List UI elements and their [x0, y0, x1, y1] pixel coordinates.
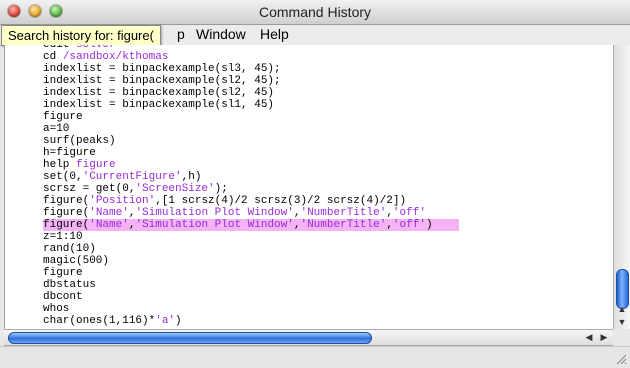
history-token: ,h) [181, 171, 202, 183]
history-token-highlighted: 'a' [155, 315, 176, 327]
history-token-highlighted: 'NumberTitle' [300, 219, 387, 231]
history-entry[interactable]: figure('Position',[1 scrsz(4)/2 scrsz(3)… [43, 195, 614, 207]
history-token: surf(peaks) [43, 135, 116, 147]
history-list[interactable]: edit solver cd /sandbox/kthomas indexlist … [4, 45, 615, 329]
scrollbar-corner [613, 329, 629, 346]
history-entry[interactable]: figure [43, 267, 614, 279]
history-token: figure( [43, 195, 90, 207]
history-entry[interactable]: indexlist = binpackexample(sl3, 45); [43, 63, 614, 75]
window-title: Command History [258, 4, 372, 20]
history-entry[interactable]: char(ones(1,116)*'a') [43, 315, 614, 327]
history-token-highlighted: 'Name' [89, 219, 129, 231]
history-token: rand(10) [43, 243, 96, 255]
horizontal-scroll-thumb[interactable] [8, 332, 372, 344]
search-tooltip: Search history for: figure( [1, 25, 161, 46]
history-token: set(0, [43, 171, 83, 183]
scroll-right-icon[interactable]: ▶ [597, 330, 611, 345]
history-token-highlighted: 'Simulation Plot Window' [135, 219, 294, 231]
history-token: ) [425, 219, 433, 231]
history-token: indexlist = binpackexample(sl1, 45) [43, 99, 275, 111]
history-entry[interactable]: indexlist = binpackexample(sl1, 45) [43, 99, 614, 111]
history-token-highlighted: /sandbox/kthomas [62, 51, 169, 63]
history-entry[interactable]: help figure [43, 159, 614, 171]
history-entry[interactable]: figure('Name','Simulation Plot Window','… [43, 207, 614, 219]
history-token: , [386, 219, 393, 231]
history-lines: edit solver cd /sandbox/kthomas indexlist … [43, 45, 614, 327]
vertical-scrollbar[interactable]: ▲ ▼ [613, 45, 630, 329]
history-entry[interactable]: whos [43, 303, 614, 315]
history-entry[interactable]: magic(500) [43, 255, 614, 267]
title-bar: Command History [0, 0, 630, 25]
history-token: magic(500) [43, 255, 110, 267]
history-entry[interactable]: indexlist = binpackexample(sl2, 45) [43, 87, 614, 99]
history-token: z=1:10 [43, 231, 83, 243]
history-token: figure [43, 111, 83, 123]
history-token: help [43, 159, 77, 171]
history-entry[interactable]: rand(10) [43, 243, 614, 255]
history-token: ) [175, 315, 182, 327]
history-token: dbcont [43, 291, 83, 303]
history-token: a=10 [43, 123, 70, 135]
history-token: scrsz = get(0, [43, 183, 136, 195]
menu-item-help[interactable]: Help [260, 26, 289, 42]
history-token: dbstatus [43, 279, 96, 291]
history-token-highlighted: 'NumberTitle' [300, 207, 387, 219]
horizontal-scrollbar[interactable]: ◀ ▶ [4, 329, 613, 346]
history-token-highlighted: 'Simulation Plot Window' [135, 207, 294, 219]
history-token: ,[1 scrsz(4)/2 scrsz(3)/2 scrsz(4)/2]) [155, 195, 407, 207]
history-token-highlighted: 'Name' [89, 207, 129, 219]
history-token-highlighted: 'CurrentFigure' [82, 171, 182, 183]
history-entry[interactable]: indexlist = binpackexample(sl2, 45); [43, 75, 614, 87]
history-token-highlighted: 'off' [392, 207, 426, 219]
menu-item-partial[interactable]: p [177, 26, 185, 42]
history-entry[interactable]: cd /sandbox/kthomas [43, 51, 614, 63]
history-entry[interactable]: figure('Name','Simulation Plot Window','… [43, 219, 459, 231]
history-entry[interactable]: set(0,'CurrentFigure',h) [43, 171, 614, 183]
history-entry[interactable]: a=10 [43, 123, 614, 135]
history-token: figure( [43, 219, 90, 231]
history-token: , [386, 207, 393, 219]
history-entry[interactable]: dbstatus [43, 279, 614, 291]
history-token-highlighted: figure [76, 159, 116, 171]
history-entry[interactable]: z=1:10 [43, 231, 614, 243]
history-token: cd [43, 51, 63, 63]
history-token: figure( [43, 207, 90, 219]
history-entry[interactable]: surf(peaks) [43, 135, 614, 147]
history-token-highlighted: 'Position' [89, 195, 156, 207]
history-entry[interactable]: figure [43, 111, 614, 123]
resize-grip-icon[interactable] [615, 353, 627, 365]
history-token: char(ones(1,116)* [43, 315, 156, 327]
history-token: ); [214, 183, 228, 195]
history-entry[interactable]: scrsz = get(0,'ScreenSize'); [43, 183, 614, 195]
history-token: indexlist = binpackexample(sl3, 45); [43, 63, 281, 75]
history-token-highlighted: 'off' [392, 219, 426, 231]
scroll-down-icon[interactable]: ▼ [614, 316, 630, 328]
history-token: h=figure [43, 147, 96, 159]
history-token: indexlist = binpackexample(sl2, 45) [43, 87, 275, 99]
history-token-highlighted: 'ScreenSize' [135, 183, 215, 195]
history-entry[interactable]: dbcont [43, 291, 614, 303]
history-token: indexlist = binpackexample(sl2, 45); [43, 75, 281, 87]
history-token: whos [43, 303, 70, 315]
status-bar [0, 346, 630, 368]
history-token: figure [43, 267, 83, 279]
menu-item-window[interactable]: Window [196, 26, 246, 42]
scroll-left-icon[interactable]: ◀ [582, 330, 596, 345]
scroll-up-icon[interactable]: ▲ [614, 303, 630, 315]
history-entry[interactable]: h=figure [43, 147, 614, 159]
